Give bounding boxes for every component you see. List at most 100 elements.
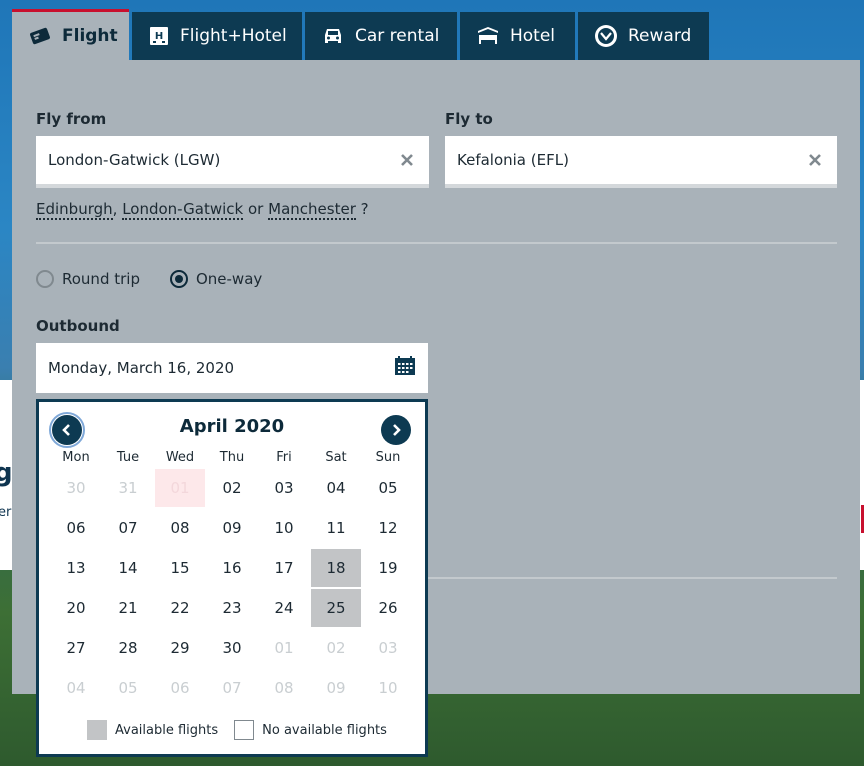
calendar-day[interactable]: 26	[362, 588, 414, 628]
calendar-day-number: 10	[274, 519, 294, 537]
fly-to-field[interactable]: Kefalonia (EFL)	[445, 136, 837, 188]
suggestion-edinburgh[interactable]: Edinburgh	[36, 200, 113, 220]
calendar-day[interactable]: 03	[258, 468, 310, 508]
legend-available-swatch	[87, 720, 107, 740]
calendar-legend: Available flights No available flights	[87, 720, 387, 740]
calendar-day[interactable]: 24	[258, 588, 310, 628]
round-trip-radio[interactable]: Round trip	[36, 270, 140, 288]
calendar-day[interactable]: 13	[50, 548, 102, 588]
calendar-day-number: 16	[222, 559, 242, 577]
calendar-day-number: 12	[378, 519, 398, 537]
car-icon	[321, 24, 345, 48]
calendar-day[interactable]: 29	[154, 628, 206, 668]
calendar-day[interactable]: 18	[310, 548, 362, 588]
outbound-label: Outbound	[36, 317, 120, 335]
clear-fly-from-button[interactable]	[397, 150, 417, 170]
calendar-day-number: 21	[118, 599, 138, 617]
calendar-day[interactable]: 30	[206, 628, 258, 668]
calendar-day-number: 25	[311, 589, 361, 627]
tab-hotel[interactable]: Hotel	[460, 12, 575, 60]
tab-flight-label: Flight	[62, 26, 118, 46]
calendar-day[interactable]: 16	[206, 548, 258, 588]
calendar-day-number: 27	[66, 639, 86, 657]
reward-badge-icon	[594, 24, 618, 48]
calendar-day[interactable]: 15	[154, 548, 206, 588]
tab-car-rental[interactable]: Car rental	[305, 12, 457, 60]
calendar-day-number: 02	[222, 479, 242, 497]
calendar-day-number: 11	[326, 519, 346, 537]
weekday-header-row: Mon Tue Wed Thu Fri Sat Sun	[50, 450, 414, 468]
legend-none-swatch	[234, 720, 255, 740]
tab-flight[interactable]: Flight	[12, 9, 129, 60]
calendar-day-number: 15	[170, 559, 190, 577]
calendar-day-number: 07	[222, 679, 242, 697]
legend-available-label: Available flights	[115, 722, 219, 738]
outbound-date-field[interactable]: Monday, March 16, 2020	[36, 343, 428, 393]
calendar-day[interactable]: 10	[258, 508, 310, 548]
calendar-day[interactable]: 07	[102, 508, 154, 548]
calendar-day[interactable]: 06	[50, 508, 102, 548]
calendar-day[interactable]: 28	[102, 628, 154, 668]
radio-checked-icon	[169, 270, 188, 288]
calendar-weeks: 30 31 01 02 03 04 05 06 07 08 09 10 11 12 13 14 15 16 17 18…	[50, 468, 414, 708]
calendar-day-number: 17	[274, 559, 294, 577]
calendar-day[interactable]: 09	[206, 508, 258, 548]
svg-text:H: H	[155, 31, 163, 42]
calendar-day[interactable]: 11	[310, 508, 362, 548]
fly-from-field[interactable]: London-Gatwick (LGW)	[36, 136, 429, 188]
calendar-day: 01	[258, 628, 310, 668]
calendar-day: 09	[310, 668, 362, 708]
calendar-day: 30	[50, 468, 102, 508]
clear-fly-to-button[interactable]	[805, 150, 825, 170]
calendar-day[interactable]: 20	[50, 588, 102, 628]
calendar-day[interactable]: 22	[154, 588, 206, 628]
fly-from-value: London-Gatwick (LGW)	[48, 151, 221, 169]
calendar-day[interactable]: 23	[206, 588, 258, 628]
calendar-day: 02	[310, 628, 362, 668]
calendar-day-number: 01	[155, 469, 205, 507]
suggestion-london-gatwick[interactable]: London-Gatwick	[122, 200, 244, 220]
calendar-day[interactable]: 04	[310, 468, 362, 508]
calendar-day[interactable]: 25	[310, 588, 362, 628]
bed-icon	[476, 24, 500, 48]
calendar-day[interactable]: 19	[362, 548, 414, 588]
background-peek-heading: g	[0, 458, 13, 488]
calendar-day: 10	[362, 668, 414, 708]
calendar-week-row: 20 21 22 23 24 25 26	[50, 588, 414, 628]
calendar-day[interactable]: 27	[50, 628, 102, 668]
suggestion-manchester[interactable]: Manchester	[268, 200, 356, 220]
calendar-day[interactable]: 05	[362, 468, 414, 508]
fly-to-label: Fly to	[445, 110, 493, 128]
calendar-day[interactable]: 21	[102, 588, 154, 628]
next-month-button[interactable]	[381, 415, 411, 445]
background-right-strip	[860, 380, 864, 570]
calendar-day[interactable]: 08	[154, 508, 206, 548]
background-peek-text: er	[0, 505, 12, 520]
calendar-week-row: 30 31 01 02 03 04 05	[50, 468, 414, 508]
one-way-radio[interactable]: One-way	[169, 270, 262, 288]
calendar-day[interactable]: 12	[362, 508, 414, 548]
date-picker-calendar: April 2020 Mon Tue Wed Thu Fri Sat Sun 30 31 01 0…	[36, 399, 428, 757]
calendar-day-number: 28	[118, 639, 138, 657]
calendar-day-number: 02	[326, 639, 346, 657]
calendar-day: 04	[50, 668, 102, 708]
calendar-icon[interactable]	[394, 356, 416, 380]
calendar-day[interactable]: 14	[102, 548, 154, 588]
calendar-day-number: 22	[170, 599, 190, 617]
section-divider-lower	[428, 577, 837, 579]
calendar-day[interactable]: 01	[154, 468, 206, 508]
calendar-day-number: 03	[378, 639, 398, 657]
trip-type-group: Round trip One-way	[36, 270, 262, 288]
chevron-right-icon	[393, 424, 401, 436]
tab-flight-hotel[interactable]: H Flight+Hotel	[132, 12, 302, 60]
calendar-day[interactable]: 02	[206, 468, 258, 508]
suggestion-or: or	[248, 200, 264, 218]
weekday-label: Wed	[165, 450, 195, 465]
tab-car-rental-label: Car rental	[355, 26, 440, 46]
calendar-day-number: 09	[326, 679, 346, 697]
radio-unchecked-icon	[36, 270, 54, 288]
close-icon	[809, 154, 821, 166]
calendar-day: 31	[102, 468, 154, 508]
calendar-day[interactable]: 17	[258, 548, 310, 588]
tab-reward[interactable]: Reward	[578, 12, 709, 60]
